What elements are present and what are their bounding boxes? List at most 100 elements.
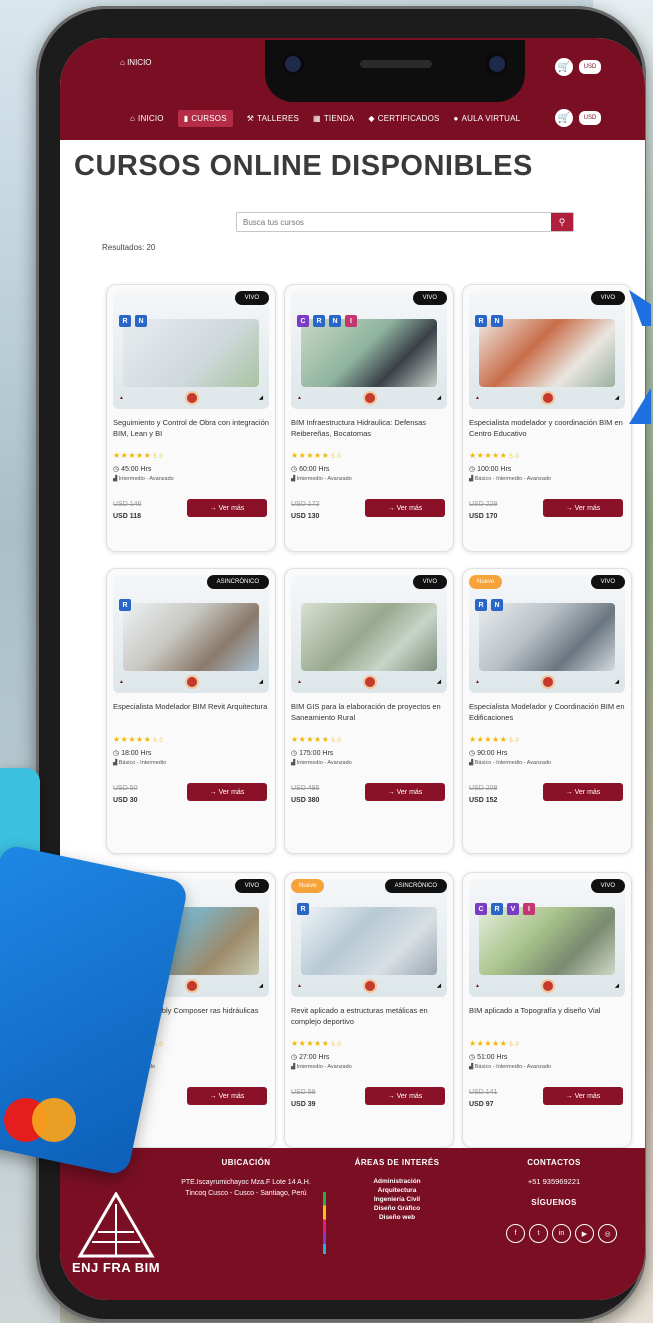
level-value: Intermedio - Avanzado (296, 1064, 352, 1070)
rating-value: 5.0 (331, 1042, 342, 1048)
old-price: USD 172 (291, 501, 320, 508)
course-title[interactable]: Especialista modelador y coordinación BI… (469, 417, 625, 439)
modality-badge: VIVO (590, 879, 625, 893)
software-icon: V (507, 903, 519, 915)
nav-item-aula-virtual[interactable]: ● AULA VIRTUAL (454, 114, 521, 123)
nav-currency-selector[interactable]: USD (579, 111, 601, 125)
nav-item-cursos[interactable]: ▮ CURSOS (177, 109, 233, 127)
phone-screen: ⌂ INICIO 🛒 USD ⌂ INICIO ▮ CURSOS ⚒ TALLERES… (60, 38, 645, 1300)
footer-contact-title: CONTACTOS (527, 1158, 581, 1167)
course-image-scene (301, 319, 437, 387)
cart-icon[interactable]: 🛒 (555, 58, 573, 76)
nav-item-certificados[interactable]: ◆ CERTIFICADOS (368, 114, 439, 123)
top-home-link[interactable]: ⌂ INICIO (120, 58, 152, 67)
facebook-icon[interactable]: f (506, 1224, 525, 1243)
software-icons: RN (475, 599, 503, 611)
ver-mas-button[interactable]: → Ver más (365, 1087, 445, 1105)
search-bar: ⚲ (236, 212, 574, 232)
footer-ubicacion-title: UBICACIÓN (221, 1158, 271, 1167)
search-button[interactable]: ⚲ (551, 213, 573, 231)
course-level: ▟ Intermedio - Avanzado (113, 476, 174, 482)
course-logos: ▲ ◢ (475, 977, 619, 995)
ver-mas-button[interactable]: → Ver más (543, 499, 623, 517)
software-icon: R (119, 599, 131, 611)
course-card[interactable]: R ▲ ◢ ASINCRÓNICO Especialista Modelador… (106, 568, 276, 854)
nav-item-tienda[interactable]: ▦ TIENDA (313, 114, 354, 123)
ver-mas-button[interactable]: → Ver más (187, 499, 267, 517)
level-value: Básico - Intermedio - Avanzado (474, 760, 552, 766)
rating-stars-icon: ★★★★★5.0 (113, 735, 164, 744)
course-card[interactable]: CRVI ▲ ◢ VIVO BIM aplicado a Topografía … (462, 872, 632, 1148)
nav-item-inicio[interactable]: ⌂ INICIO (130, 114, 164, 123)
course-title[interactable]: BIM GIS para la elaboración de proyectos… (291, 701, 447, 723)
footer-phone[interactable]: +51 935969221 (490, 1177, 618, 1186)
software-icon: I (523, 903, 535, 915)
course-title[interactable]: BIM aplicado a Topografía y diseño Vial (469, 1005, 625, 1016)
course-level: ▟ Básico - Intermedio - Avanzado (469, 476, 552, 482)
ver-mas-button[interactable]: → Ver más (187, 1087, 267, 1105)
course-image-scene (301, 603, 437, 671)
book-icon: ▮ (183, 113, 189, 123)
course-title[interactable]: BIM Infraestructura Hidraulica: Defensas… (291, 417, 447, 439)
autodesk-logo-icon: ◢ (615, 395, 619, 401)
area-link-ingenieria-civil[interactable]: Ingeniería Civil (332, 1195, 462, 1204)
course-card[interactable]: RN ▲ ◢ VIVO Especialista modelador y coo… (462, 284, 632, 552)
course-image: RN ▲ ◢ (469, 291, 625, 409)
ver-mas-button[interactable]: → Ver más (187, 783, 267, 801)
ver-mas-button[interactable]: → Ver más (543, 1087, 623, 1105)
seal-icon (184, 979, 199, 993)
nav-label-certificados: CERTIFICADOS (377, 113, 440, 123)
software-icon: N (329, 315, 341, 327)
area-link-arquitectura[interactable]: Arquitectura (332, 1186, 462, 1195)
software-icon: R (491, 903, 503, 915)
ver-mas-button[interactable]: → Ver más (365, 783, 445, 801)
software-icon: R (475, 599, 487, 611)
currency-selector[interactable]: USD (579, 60, 601, 74)
twitter-icon[interactable]: t (529, 1224, 548, 1243)
current-price: USD 39 (291, 1101, 316, 1108)
nav-label-cursos: CURSOS (191, 113, 227, 123)
course-hours: ◷ 90:00 Hrs (469, 750, 508, 757)
rating-stars-icon: ★★★★★5.0 (291, 451, 342, 460)
area-link-diseno-grafico[interactable]: Diseño Gráfico (332, 1204, 462, 1213)
modality-badge: VIVO (234, 291, 269, 305)
course-title[interactable]: Especialista Modelador BIM Revit Arquite… (113, 701, 269, 712)
rating-value: 5.0 (153, 454, 164, 460)
youtube-icon[interactable]: ▶ (575, 1224, 594, 1243)
hours-value: 45:00 Hrs (121, 466, 152, 473)
ver-mas-button[interactable]: → Ver más (543, 783, 623, 801)
course-title[interactable]: Especialista Modelador y Coordinación BI… (469, 701, 625, 723)
autodesk-logo-icon: ◢ (437, 679, 441, 685)
course-card[interactable]: RN ▲ ◢ VIVO Seguimiento y Control de Obr… (106, 284, 276, 552)
course-card[interactable]: ▲ ◢ VIVO BIM GIS para la elaboración de … (284, 568, 454, 854)
nav-currency-label: USD (583, 115, 597, 121)
footer-areas: ÁREAS DE INTERÉS Administración Arquitec… (332, 1158, 462, 1222)
nav-cart-icon[interactable]: 🛒 (555, 109, 573, 127)
modality-badge: ASINCRÓNICO (384, 879, 447, 893)
area-link-diseno-web[interactable]: Diseño web (332, 1213, 462, 1222)
instagram-icon[interactable]: ◎ (598, 1224, 617, 1243)
course-hours: ◷ 18:00 Hrs (113, 750, 152, 757)
seal-icon (184, 675, 199, 689)
brand-logo-icon: ▲ (297, 983, 302, 989)
search-input[interactable] (237, 213, 551, 231)
area-link-administracion[interactable]: Administración (332, 1177, 462, 1186)
course-image-scene (479, 603, 615, 671)
phone-notch (265, 40, 525, 102)
course-image: CRVI ▲ ◢ (469, 879, 625, 997)
course-card[interactable]: R ▲ ◢ ASINCRÓNICO Nuevo Revit aplicado a… (284, 872, 454, 1148)
software-icons: R (119, 599, 131, 611)
hours-value: 175:00 Hrs (299, 750, 334, 757)
course-hours: ◷ 60:00 Hrs (291, 466, 330, 473)
linkedin-icon[interactable]: in (552, 1224, 571, 1243)
seal-icon (362, 979, 377, 993)
course-title[interactable]: Seguimiento y Control de Obra con integr… (113, 417, 269, 439)
course-logos: ▲ ◢ (119, 389, 263, 407)
nav-item-talleres[interactable]: ⚒ TALLERES (247, 114, 299, 123)
course-title[interactable]: Revit aplicado a estructuras metálicas e… (291, 1005, 447, 1027)
ver-mas-button[interactable]: → Ver más (365, 499, 445, 517)
new-badge: Nuevo (469, 575, 503, 589)
course-card[interactable]: CRNI ▲ ◢ VIVO BIM Infraestructura Hidrau… (284, 284, 454, 552)
course-logos: ▲ ◢ (475, 673, 619, 691)
course-card[interactable]: RN ▲ ◢ VIVO Nuevo Especialista Modelador… (462, 568, 632, 854)
